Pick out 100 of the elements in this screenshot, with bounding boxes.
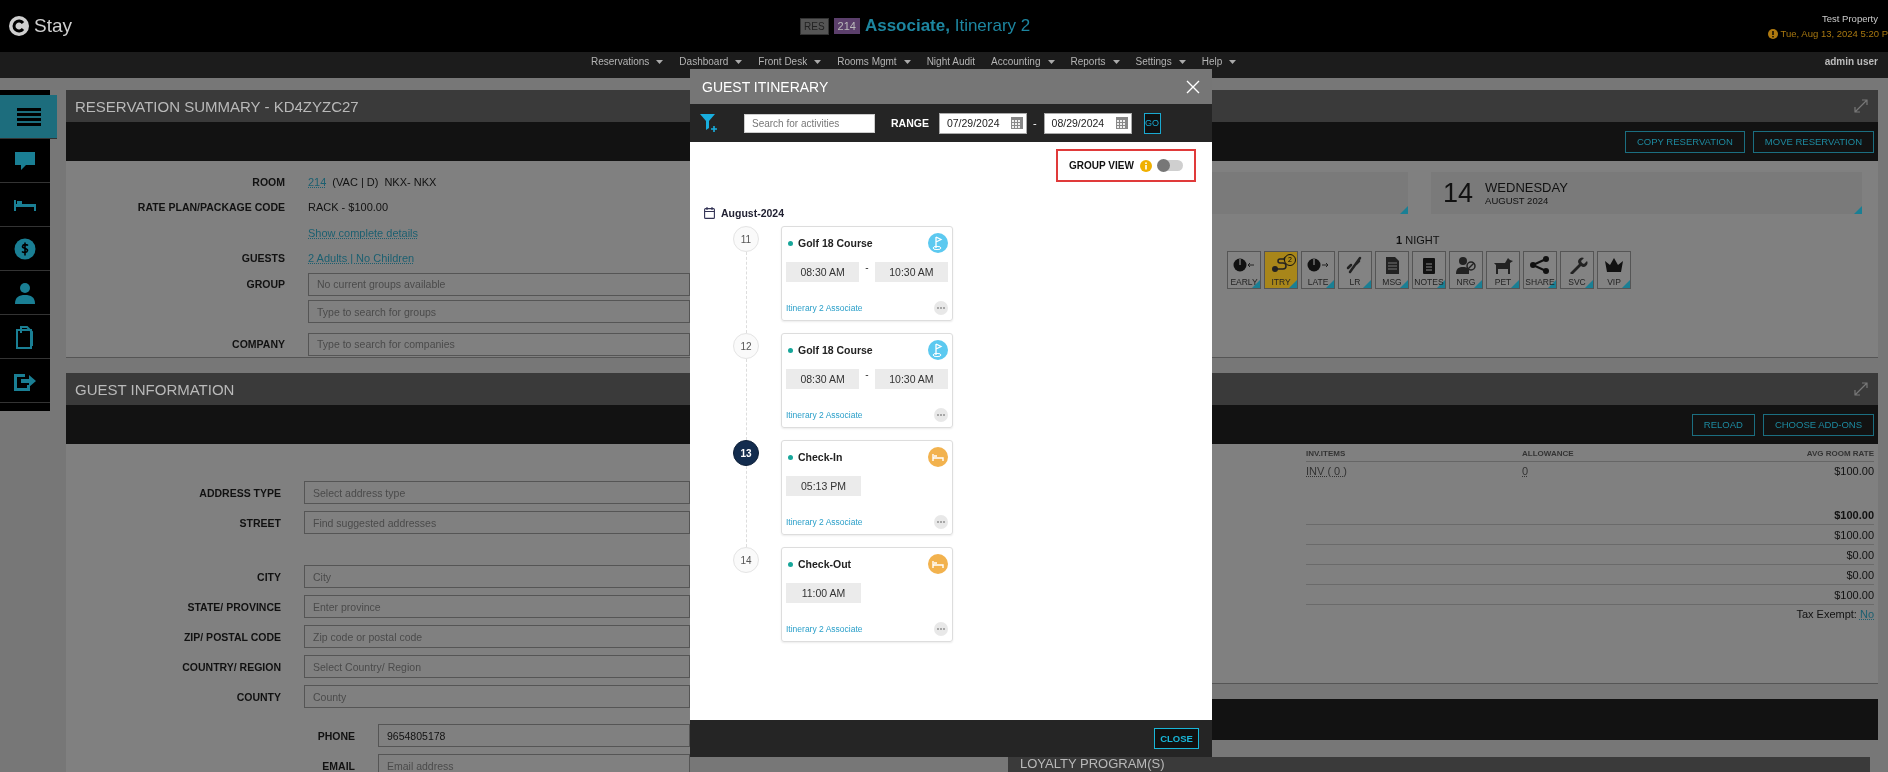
caret-icon — [1112, 60, 1120, 64]
menu-item[interactable]: Reservations — [591, 56, 664, 68]
room-status: (VAC | D) — [332, 175, 379, 188]
action-button[interactable]: RELOAD — [1691, 413, 1755, 436]
field-label: STATE/ PROVINCE — [186, 600, 281, 613]
corner-marker — [1854, 206, 1862, 214]
menu-item[interactable]: Settings — [1135, 56, 1186, 68]
calendar-icon[interactable] — [1115, 117, 1128, 129]
search-field[interactable]: Search for activities — [744, 113, 875, 133]
clock-icon — [1307, 256, 1329, 274]
field-label: COUNTRY/ REGION — [181, 660, 281, 673]
activity-card[interactable]: Golf 18 Course 08:30 AM - 10:30 AM Itinerary 2 Associate — [781, 226, 953, 321]
flag-button[interactable]: MSG — [1375, 251, 1409, 289]
sidebar-item[interactable] — [0, 95, 57, 139]
time-chip[interactable]: 05:13 PM — [786, 476, 861, 496]
caret-icon — [1047, 60, 1055, 64]
total-amount: $0.00 — [1846, 568, 1874, 581]
more-button[interactable] — [934, 515, 948, 529]
golf-flag-icon — [928, 340, 948, 360]
logo-icon — [8, 15, 30, 37]
input-field[interactable]: 9654805178 — [378, 724, 690, 747]
flag-button[interactable]: PET — [1486, 251, 1520, 289]
chat-icon — [14, 149, 36, 172]
total-amount: $100.00 — [1834, 508, 1874, 521]
calendar-icon[interactable] — [1010, 117, 1023, 129]
action-button[interactable]: COPY RESERVATION — [1624, 130, 1745, 153]
crown-icon — [1603, 256, 1625, 274]
time-chip[interactable]: 10:30 AM — [874, 262, 948, 282]
filter-add-icon[interactable] — [700, 113, 718, 133]
close-button[interactable]: CLOSE — [1154, 728, 1199, 749]
go-button[interactable]: GO — [1143, 112, 1161, 134]
flag-button[interactable]: VIP — [1597, 251, 1631, 289]
total-amount: $100.00 — [1834, 588, 1874, 601]
time-chip[interactable]: 08:30 AM — [786, 262, 860, 282]
rate-plan-value: RACK - $100.00 — [308, 201, 389, 214]
menu-item[interactable]: Accounting — [991, 56, 1055, 68]
flag-button[interactable]: LATE — [1301, 251, 1335, 289]
activity-card[interactable]: Check-In 05:13 PM Itinerary 2 Associate — [781, 440, 953, 535]
menu-item[interactable]: Rooms Mgmt — [837, 56, 911, 68]
share-icon — [1529, 256, 1551, 274]
expand-icon[interactable] — [1854, 382, 1868, 396]
user-name[interactable]: admin user — [1824, 56, 1878, 68]
more-button[interactable] — [934, 301, 948, 315]
corner-marker — [1400, 206, 1408, 214]
time-separator: - — [864, 369, 870, 381]
activity-card[interactable]: Check-Out 11:00 AM Itinerary 2 Associate — [781, 547, 953, 642]
status-dot — [788, 347, 793, 353]
action-button[interactable]: CHOOSE ADD-ONS — [1762, 413, 1874, 436]
day-circle[interactable]: 14 — [733, 547, 759, 573]
total-amount: $100.00 — [1834, 528, 1874, 541]
status-dot — [788, 561, 793, 567]
day-circle[interactable]: 12 — [733, 333, 759, 359]
more-button[interactable] — [934, 408, 948, 422]
field-label: ROOM — [251, 175, 285, 188]
time-chip[interactable]: 08:30 AM — [786, 369, 860, 389]
column-header: INV.ITEMS — [1306, 449, 1347, 458]
date-field[interactable]: 07/29/2024 — [938, 112, 1027, 134]
clock-icon — [1233, 256, 1255, 274]
table-cell: $100.00 — [1834, 465, 1874, 477]
activity-card[interactable]: Golf 18 Course 08:30 AM - 10:30 AM Itinerary 2 Associate — [781, 333, 953, 428]
range-label: RANGE — [891, 117, 929, 129]
group-view-toggle[interactable] — [1157, 160, 1183, 171]
bed-icon — [928, 447, 948, 467]
menu-item[interactable]: Reports — [1070, 56, 1120, 68]
corner-marker — [1622, 280, 1630, 288]
menu-item[interactable]: Night Audit — [926, 56, 975, 68]
app-logo-text: Stay — [34, 15, 73, 37]
property-name: Test Property — [1822, 13, 1879, 24]
dollar-icon — [14, 237, 36, 260]
expand-icon[interactable] — [1854, 99, 1868, 113]
time-chip[interactable]: 10:30 AM — [874, 369, 948, 389]
column-header: AVG ROOM RATE — [1806, 449, 1874, 458]
flag-button[interactable]: NRG — [1449, 251, 1483, 289]
section-title: GUEST INFORMATION — [75, 380, 235, 398]
month-heading: August-2024 — [721, 207, 784, 219]
flag-button[interactable]: SHARE — [1523, 251, 1557, 289]
more-button[interactable] — [934, 622, 948, 636]
menu-item[interactable]: Dashboard — [679, 56, 743, 68]
action-button[interactable]: MOVE RESERVATION — [1752, 130, 1874, 153]
day-circle[interactable]: 11 — [733, 226, 759, 252]
menu-item[interactable]: Help — [1201, 56, 1237, 68]
day-circle[interactable]: 13 — [733, 440, 759, 466]
room-badge: 214 — [833, 18, 860, 34]
section-title: LOYALTY PROGRAM(S) — [1020, 756, 1165, 771]
flag-button[interactable]: LR — [1338, 251, 1372, 289]
caret-icon — [1178, 60, 1186, 64]
flag-button[interactable]: NOTES — [1412, 251, 1446, 289]
date-field[interactable]: 08/29/2024 — [1043, 112, 1132, 134]
close-icon[interactable] — [1186, 79, 1200, 94]
departure-month: AUGUST 2024 — [1485, 195, 1550, 206]
flag-button[interactable]: SVC — [1560, 251, 1594, 289]
field-label: RATE PLAN/PACKAGE CODE — [136, 201, 285, 214]
tax-exempt-label: Tax Exempt: — [1796, 608, 1857, 620]
caret-icon — [903, 60, 911, 64]
time-chip[interactable]: 11:00 AM — [786, 583, 861, 603]
status-dot — [788, 240, 793, 246]
flag-button[interactable]: EARLY — [1227, 251, 1261, 289]
menu-item[interactable]: Front Desk — [758, 56, 822, 68]
field-label: ADDRESS TYPE — [198, 486, 281, 499]
info-icon[interactable] — [1139, 159, 1152, 172]
